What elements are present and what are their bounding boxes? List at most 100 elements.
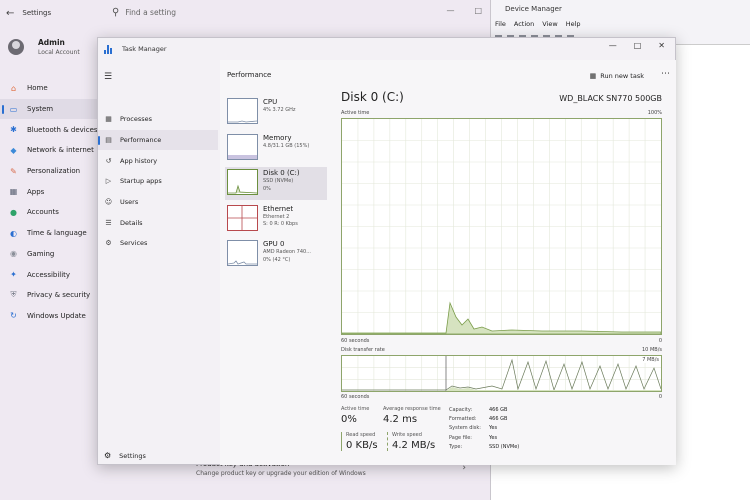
transfer-rate-graph: 7 MB/s xyxy=(341,355,662,392)
gpu-mini-graph xyxy=(227,240,258,266)
menu-view[interactable]: View xyxy=(542,20,557,28)
search-icon: ⚲ xyxy=(112,7,120,18)
settings-nav-item-accessibility[interactable]: ✦ Accessibility xyxy=(0,264,100,285)
eth-mini-graph xyxy=(227,204,258,231)
settings-nav-item-personalization[interactable]: ✎ Personalization xyxy=(0,161,100,182)
tm-nav-app-history[interactable]: ↺ App history xyxy=(98,150,218,171)
device-sub2: 0% (42 °C) xyxy=(263,256,291,263)
settings-nav-item-privacy-security[interactable]: ⛨ Privacy & security xyxy=(0,285,100,306)
settings-search-placeholder: Find a setting xyxy=(125,8,177,17)
disk-info-key: Type: xyxy=(449,443,463,450)
disk-model: WD_BLACK SN770 500GB xyxy=(559,94,662,103)
transfer-rate-secondary-max: 7 MB/s xyxy=(642,357,659,363)
tm-nav-startup-apps[interactable]: ▷ Startup apps xyxy=(98,171,218,192)
perf-device-memory[interactable]: Memory 4.8/31.1 GB (15%) xyxy=(225,132,327,165)
active-time-graph-label: Active time xyxy=(341,110,370,116)
perf-device-disk-0-c[interactable]: Disk 0 (C:) SSD (NVMe) 0% xyxy=(225,167,327,200)
device-sub2: S: 0 R: 0 Kbps xyxy=(263,221,298,227)
settings-nav-item-apps[interactable]: ▦ Apps xyxy=(0,181,100,202)
device-sub1: AMD Radeon 740... xyxy=(263,249,311,255)
tm-nav-label: Processes xyxy=(120,115,153,124)
transfer-time-span-label: 60 seconds xyxy=(341,394,370,400)
back-arrow-icon[interactable]: ← xyxy=(6,8,14,19)
settings-nav-label: Privacy & security xyxy=(27,291,91,300)
hamburger-menu-icon[interactable]: ☰ xyxy=(104,72,112,82)
settings-nav-item-time-language[interactable]: ◐ Time & language xyxy=(0,223,100,244)
settings-nav-item-network-internet[interactable]: ◆ Network & internet xyxy=(0,140,100,161)
perf-device-gpu-0[interactable]: GPU 0 AMD Radeon 740... 0% (42 °C) xyxy=(225,238,327,271)
maximize-icon[interactable]: □ xyxy=(474,6,482,15)
menu-file[interactable]: File xyxy=(495,20,506,28)
settings-nav-item-windows-update[interactable]: ↻ Windows Update xyxy=(0,306,100,327)
task-manager-window: Task Manager — □ ✕ ☰ ▦ Processes ▤ Performa… xyxy=(97,37,676,465)
device-sub2: 0% xyxy=(263,185,271,192)
minimize-icon[interactable]: — xyxy=(446,6,454,15)
tm-nav-details[interactable]: ☰ Details xyxy=(98,212,218,233)
task-manager-settings[interactable]: ⚙ Settings xyxy=(104,451,146,460)
device-sub1: 4.8/31.1 GB (15%) xyxy=(263,142,310,149)
active-time-max-label: 100% xyxy=(647,110,662,116)
menu-help[interactable]: Help xyxy=(566,20,581,28)
tm-nav-users[interactable]: ☺ Users xyxy=(98,192,218,213)
device-name: CPU xyxy=(263,98,278,106)
disk-info-value: Yes xyxy=(489,425,498,432)
avg-response-label: Average response time xyxy=(383,406,441,412)
bluetooth-icon: ✱ xyxy=(10,125,17,135)
settings-nav-item-bluetooth-devices[interactable]: ✱ Bluetooth & devices xyxy=(0,119,100,140)
globe-icon: ◐ xyxy=(10,228,17,238)
avg-response-value: 4.2 ms xyxy=(383,414,418,425)
read-speed-value: 0 KB/s xyxy=(346,440,378,451)
performance-header: Performance ▦ Run new task ⋯ xyxy=(220,60,676,90)
startup-icon: ▷ xyxy=(105,177,112,186)
home-icon: ⌂ xyxy=(10,83,17,93)
settings-nav-item-system[interactable]: ▭ System xyxy=(0,98,100,120)
user-name: Admin xyxy=(38,38,65,47)
maximize-icon[interactable]: □ xyxy=(634,41,642,50)
settings-nav-item-home[interactable]: ⌂ Home xyxy=(0,78,100,99)
write-speed-label: Write speed xyxy=(392,432,422,438)
active-time-metric: Active time 0% xyxy=(341,406,369,425)
disk-info-table: Capacity: Formatted: System disk: Page file… xyxy=(449,406,519,452)
settings-nav-label: System xyxy=(27,105,54,114)
settings-nav-label: Personalization xyxy=(27,167,81,176)
run-task-icon: ▦ xyxy=(589,72,597,80)
read-speed-label: Read speed xyxy=(346,432,376,438)
network-icon: ◆ xyxy=(10,145,17,155)
avg-response-metric: Average response time 4.2 ms xyxy=(383,406,441,425)
tm-nav-processes[interactable]: ▦ Processes xyxy=(98,109,218,130)
close-icon[interactable]: ✕ xyxy=(658,41,665,50)
tm-nav-services[interactable]: ⚙ Services xyxy=(98,233,218,254)
perf-device-ethernet[interactable]: Ethernet Ethernet 2 S: 0 R: 0 Kbps xyxy=(225,203,327,236)
minimize-icon[interactable]: — xyxy=(609,41,617,50)
disk-info-value: 466 GB xyxy=(489,416,508,423)
task-manager-title: Task Manager xyxy=(122,45,167,53)
tm-nav-label: Details xyxy=(120,218,143,227)
menu-action[interactable]: Action xyxy=(514,20,534,28)
user-profile[interactable]: Admin Local Account xyxy=(8,38,80,56)
active-time-metric-value: 0% xyxy=(341,414,357,425)
settings-window-controls: — □ xyxy=(446,6,482,15)
disk-info-value: SSD (NVMe) xyxy=(489,443,520,450)
tm-nav-performance[interactable]: ▤ Performance xyxy=(98,129,218,151)
transfer-rate-max-label: 10 MB/s xyxy=(642,347,662,353)
disk-info-value: 466 GB xyxy=(489,407,508,413)
apps-icon: ▦ xyxy=(9,187,18,197)
device-list: CPU 4% 3.72 GHz Memory 4.8/31.1 GB (15%) Dis… xyxy=(225,96,327,274)
run-new-task-button[interactable]: ▦ Run new task xyxy=(590,72,644,80)
performance-title: Performance xyxy=(227,71,272,79)
settings-nav-item-accounts[interactable]: ● Accounts xyxy=(0,202,100,223)
settings-search[interactable]: ⚲ Find a setting xyxy=(112,7,176,18)
disk-mini-graph xyxy=(227,169,258,195)
settings-nav-label: Accessibility xyxy=(27,270,71,279)
device-name: GPU 0 xyxy=(263,240,285,248)
disk-info-key: Formatted: xyxy=(449,416,477,423)
more-options-icon[interactable]: ⋯ xyxy=(661,69,670,79)
tm-nav-label: Performance xyxy=(120,136,162,145)
gaming-icon: ◉ xyxy=(10,249,17,259)
details-icon: ☰ xyxy=(105,218,112,227)
performance-icon: ▤ xyxy=(105,136,112,145)
write-speed-metric: Write speed 4.2 MB/s xyxy=(387,432,435,451)
system-icon: ▭ xyxy=(9,104,18,114)
settings-nav-item-gaming[interactable]: ◉ Gaming xyxy=(0,244,100,265)
perf-device-cpu[interactable]: CPU 4% 3.72 GHz xyxy=(225,96,327,129)
